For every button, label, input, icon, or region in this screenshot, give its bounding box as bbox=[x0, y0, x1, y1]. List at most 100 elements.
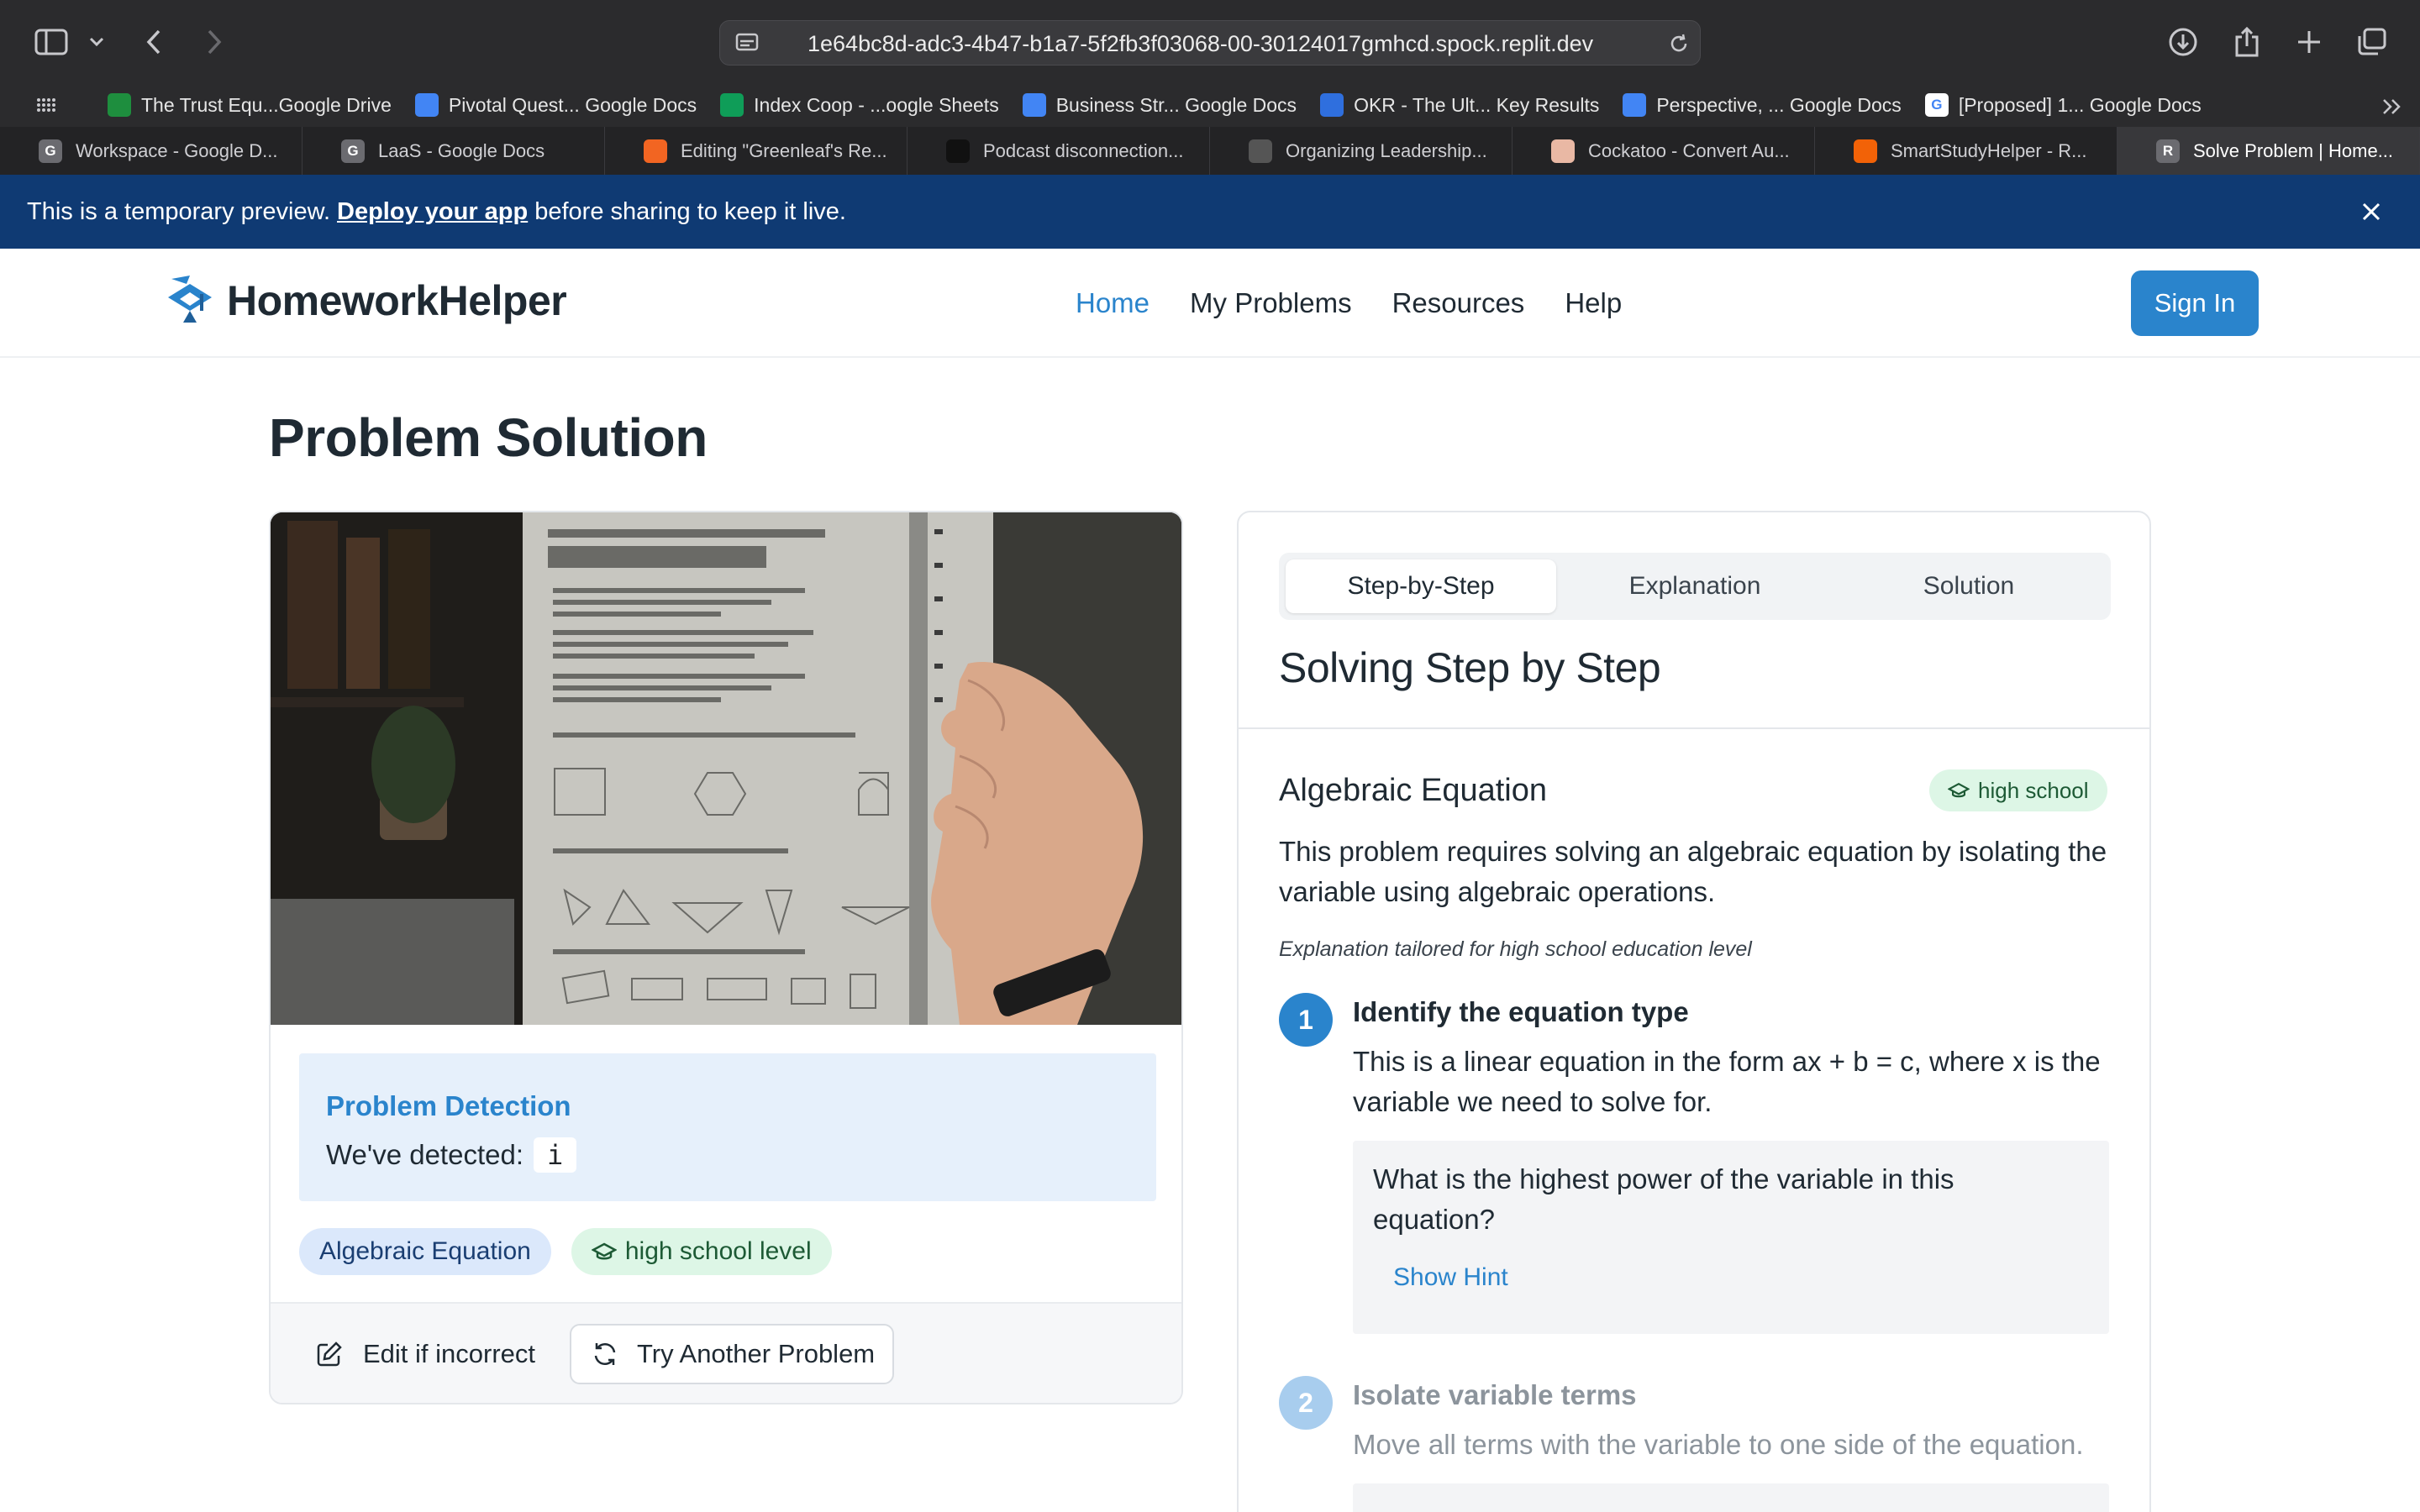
bookmark-favicon-icon bbox=[414, 93, 439, 117]
main-menu: Home My Problems Resources Help bbox=[1076, 249, 1662, 358]
bookmark-label: Index Coop - ...oogle Sheets bbox=[754, 93, 999, 116]
hint-box-2 bbox=[1353, 1483, 2109, 1512]
bookmark-item[interactable]: Business Str... Google Docs bbox=[1022, 84, 1297, 126]
bookmark-favicon-icon bbox=[720, 93, 744, 117]
browser-tab[interactable]: Editing "Greenleaf's Re... bbox=[605, 127, 908, 175]
tab-favicon-icon: R bbox=[2156, 139, 2180, 163]
browser-tab[interactable]: SmartStudyHelper - R... bbox=[1815, 127, 2118, 175]
graduation-cap-icon bbox=[1948, 781, 1970, 800]
tab-favicon-icon: G bbox=[39, 139, 62, 163]
tab-label: Cockatoo - Convert Au... bbox=[1588, 139, 1790, 161]
app-navbar: HomeworkHelper Home My Problems Resources H… bbox=[0, 249, 2420, 358]
tab-favicon-icon bbox=[1551, 139, 1575, 163]
bookmark-label: Pivotal Quest... Google Docs bbox=[448, 93, 697, 116]
tab-label: Editing "Greenleaf's Re... bbox=[681, 139, 887, 161]
browser-tab[interactable]: Organizing Leadership... bbox=[1210, 127, 1512, 175]
close-icon[interactable] bbox=[2356, 197, 2386, 227]
bookmark-favicon-icon bbox=[1320, 93, 1344, 117]
problem-detection-box: Problem Detection We've detected: i bbox=[299, 1053, 1156, 1201]
tab-label: Solve Problem | Home... bbox=[2193, 139, 2394, 161]
browser-tab[interactable]: R Solve Problem | Home... bbox=[2118, 127, 2420, 175]
browser-tab[interactable]: G LaaS - Google Docs bbox=[302, 127, 605, 175]
nav-item-resources[interactable]: Resources bbox=[1392, 287, 1525, 319]
browser-tabs: G Workspace - Google D... G LaaS - Google D… bbox=[0, 127, 2420, 175]
browser-chrome: 1e64bc8d-adc3-4b47-b1a7-5f2fb3f03068-00-… bbox=[0, 0, 2420, 175]
tab-explanation[interactable]: Explanation bbox=[1560, 559, 1830, 613]
graduation-cap-icon bbox=[591, 1242, 617, 1262]
problem-title: Algebraic Equation bbox=[1279, 773, 1547, 808]
bookmark-label: Perspective, ... Google Docs bbox=[1656, 93, 1902, 116]
step-description-1: This is a linear equation in the form ax… bbox=[1353, 1046, 2101, 1117]
education-level-badge: high school bbox=[1929, 769, 2107, 811]
bookmark-item[interactable]: The Trust Equ...Google Drive bbox=[108, 84, 392, 126]
nav-item-help[interactable]: Help bbox=[1565, 287, 1622, 319]
page-title: Problem Solution bbox=[269, 407, 708, 468]
solution-tabs: Step-by-Step Explanation Solution bbox=[1279, 553, 2111, 620]
bookmark-label: Business Str... Google Docs bbox=[1055, 93, 1297, 116]
try-another-problem-button[interactable]: Try Another Problem bbox=[570, 1324, 894, 1384]
tab-label: Podcast disconnection... bbox=[983, 139, 1184, 161]
brand[interactable]: HomeworkHelper bbox=[165, 274, 567, 328]
hint-box: What is the highest power of the variabl… bbox=[1353, 1141, 2109, 1334]
apps-grid-icon[interactable] bbox=[27, 84, 66, 126]
url-text: 1e64bc8d-adc3-4b47-b1a7-5f2fb3f03068-00-… bbox=[808, 31, 1594, 56]
bookmark-favicon-icon: G bbox=[1924, 93, 1949, 117]
browser-tab[interactable]: Podcast disconnection... bbox=[908, 127, 1210, 175]
bookmark-item[interactable]: Perspective, ... Google Docs bbox=[1623, 84, 1902, 126]
show-hint-button[interactable]: Show Hint bbox=[1393, 1263, 1508, 1292]
section-title: Solving Step by Step bbox=[1279, 644, 1661, 691]
share-icon[interactable] bbox=[2230, 24, 2264, 60]
detection-title: Problem Detection bbox=[326, 1090, 571, 1121]
problem-description: This problem requires solving an algebra… bbox=[1279, 836, 2107, 907]
education-level-label: high school bbox=[1978, 777, 2089, 803]
tab-favicon-icon bbox=[1249, 139, 1272, 163]
detection-row: We've detected: i bbox=[326, 1137, 577, 1173]
sign-in-button[interactable]: Sign In bbox=[2131, 270, 2259, 336]
sidebar-toggle-icon[interactable] bbox=[32, 25, 71, 59]
tab-favicon-icon bbox=[946, 139, 970, 163]
bookmark-item[interactable]: Pivotal Quest... Google Docs bbox=[414, 84, 697, 126]
try-another-label: Try Another Problem bbox=[637, 1339, 876, 1368]
address-bar[interactable]: 1e64bc8d-adc3-4b47-b1a7-5f2fb3f03068-00-… bbox=[719, 20, 1701, 66]
bookmark-item[interactable]: OKR - The Ult... Key Results bbox=[1320, 84, 1599, 126]
nav-item-my-problems[interactable]: My Problems bbox=[1190, 287, 1352, 319]
preview-banner: This is a temporary preview. Deploy your… bbox=[0, 175, 2420, 249]
chevron-down-icon[interactable] bbox=[86, 30, 108, 54]
solution-card: Step-by-Step Explanation Solution Solvin… bbox=[1237, 511, 2151, 1512]
bookmark-label: OKR - The Ult... Key Results bbox=[1354, 93, 1600, 116]
logo-icon bbox=[165, 274, 215, 328]
browser-toolbar: 1e64bc8d-adc3-4b47-b1a7-5f2fb3f03068-00-… bbox=[0, 0, 2420, 84]
bookmark-favicon-icon bbox=[1623, 93, 1647, 117]
tab-favicon-icon bbox=[644, 139, 667, 163]
reload-icon[interactable] bbox=[1666, 31, 1691, 56]
new-tab-icon[interactable] bbox=[2292, 25, 2326, 59]
tab-overview-icon[interactable] bbox=[2354, 25, 2390, 59]
hint-question: What is the highest power of the variabl… bbox=[1373, 1163, 1954, 1235]
tab-step-by-step[interactable]: Step-by-Step bbox=[1286, 559, 1556, 613]
browser-tab[interactable]: Cockatoo - Convert Au... bbox=[1512, 127, 1815, 175]
nav-item-home[interactable]: Home bbox=[1076, 287, 1150, 319]
banner-suffix: before sharing to keep it live. bbox=[534, 197, 846, 225]
edit-if-incorrect-button[interactable]: Edit if incorrect bbox=[316, 1324, 535, 1384]
forward-icon[interactable] bbox=[200, 25, 229, 59]
tab-favicon-icon bbox=[1854, 139, 1877, 163]
back-icon[interactable] bbox=[139, 25, 168, 59]
edit-icon bbox=[316, 1341, 343, 1368]
bookmark-item[interactable]: G [Proposed] 1... Google Docs bbox=[1924, 84, 2202, 126]
tab-solution[interactable]: Solution bbox=[1833, 559, 2104, 613]
deploy-link[interactable]: Deploy your app bbox=[337, 198, 528, 226]
detection-label: We've detected: bbox=[326, 1139, 523, 1170]
step-number-2: 2 bbox=[1279, 1376, 1333, 1430]
banner-prefix: This is a temporary preview. bbox=[27, 197, 331, 225]
step-title-2: Isolate variable terms bbox=[1353, 1379, 1637, 1410]
uploaded-problem-photo bbox=[271, 512, 1181, 1025]
download-icon[interactable] bbox=[2166, 25, 2200, 59]
tailored-note: Explanation tailored for high school edu… bbox=[1279, 937, 1752, 961]
more-bookmarks-icon[interactable] bbox=[2378, 92, 2407, 121]
browser-tab[interactable]: G Workspace - Google D... bbox=[0, 127, 302, 175]
level-badge-label: high school level bbox=[624, 1237, 812, 1265]
detected-value: i bbox=[534, 1137, 577, 1173]
bookmark-item[interactable]: Index Coop - ...oogle Sheets bbox=[720, 84, 999, 126]
site-settings-icon[interactable] bbox=[734, 30, 760, 57]
refresh-icon bbox=[592, 1341, 618, 1368]
